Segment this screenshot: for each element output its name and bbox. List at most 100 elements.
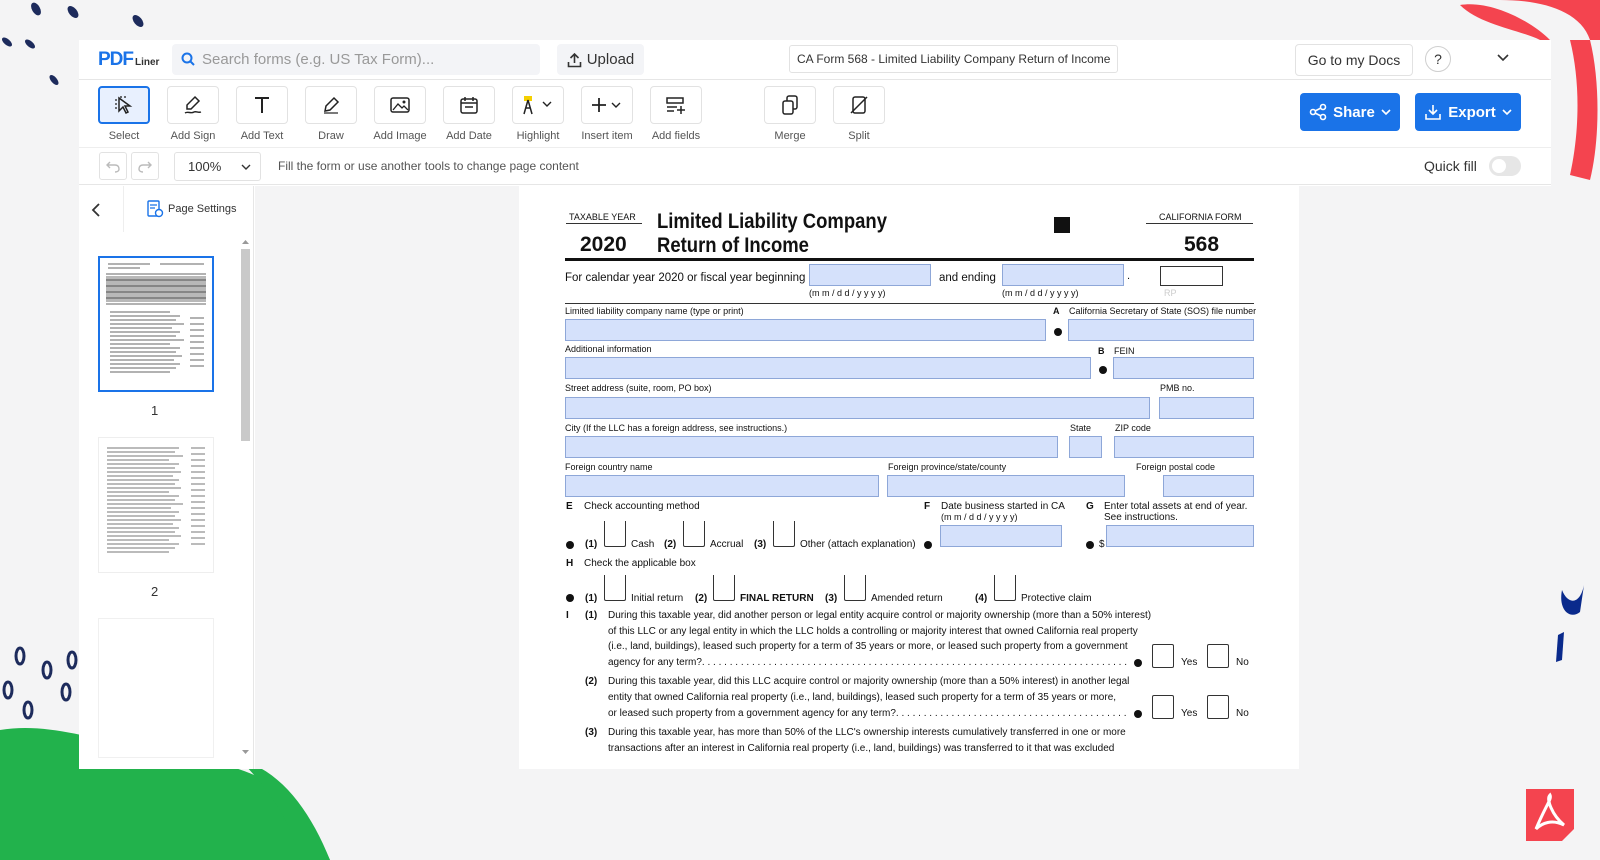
i2-yes-checkbox[interactable] — [1152, 695, 1174, 719]
upload-button[interactable]: Upload — [557, 44, 644, 75]
question-i2-text: or leased such property from a governmen… — [608, 708, 1130, 719]
divider — [566, 223, 642, 224]
date-started-field[interactable] — [940, 525, 1062, 547]
other-method-checkbox[interactable] — [773, 521, 795, 547]
foreign-country-field[interactable] — [565, 475, 879, 497]
search-input[interactable] — [202, 44, 532, 75]
bullet-dot — [1086, 541, 1094, 549]
item-letter-i: I — [566, 610, 569, 621]
final-return-checkbox[interactable] — [713, 575, 735, 601]
final-return-label: FINAL RETURN — [740, 593, 814, 604]
tool-draw[interactable]: Draw — [302, 86, 360, 142]
question-i3-text: transactions after an interest in Califo… — [608, 743, 1115, 754]
period-mark: . — [1127, 270, 1131, 282]
go-to-my-docs-button[interactable]: Go to my Docs — [1295, 44, 1413, 76]
additional-info-field[interactable] — [565, 357, 1091, 379]
zoom-select[interactable]: 100% — [174, 152, 261, 181]
i1-no-checkbox[interactable] — [1207, 644, 1229, 668]
form-title-line1: Limited Liability Company — [657, 210, 888, 233]
tool-label: Draw — [318, 130, 344, 142]
rp-field[interactable] — [1160, 266, 1223, 286]
no-label: No — [1236, 708, 1249, 719]
scroll-down-arrow-icon — [242, 750, 249, 754]
tool-add-image[interactable]: Add Image — [371, 86, 429, 142]
page-thumbnail-2[interactable] — [98, 437, 214, 573]
i1-yes-checkbox[interactable] — [1152, 644, 1174, 668]
scroll-up-arrow-icon — [242, 240, 249, 244]
page-settings-button[interactable]: Page Settings — [123, 186, 254, 232]
taxable-year-label: TAXABLE YEAR — [569, 212, 636, 222]
protective-claim-label: Protective claim — [1021, 593, 1092, 604]
initial-return-label: Initial return — [631, 593, 684, 604]
help-button[interactable]: ? — [1425, 46, 1451, 72]
page-preview — [106, 263, 206, 373]
pdfliner-logo[interactable]: PDF Liner — [98, 49, 159, 71]
divider — [565, 303, 1254, 304]
scrollbar-thumb[interactable] — [241, 249, 250, 441]
foreign-postal-field[interactable] — [1163, 475, 1254, 497]
accrual-label: Accrual — [710, 539, 744, 550]
zip-field[interactable] — [1114, 436, 1254, 458]
accounting-method-label: Check accounting method — [584, 501, 700, 512]
page-preview — [107, 447, 205, 553]
tool-insert-item[interactable]: Insert item — [578, 86, 636, 142]
tool-add-fields[interactable]: Add fields — [647, 86, 705, 142]
option-number: (1) — [585, 593, 598, 604]
fein-field[interactable] — [1113, 357, 1254, 379]
draw-pen-icon — [324, 96, 340, 114]
tool-merge[interactable]: Merge — [761, 86, 819, 142]
sidebar-scrollbar[interactable] — [239, 238, 251, 758]
total-assets-note: See instructions. — [1104, 512, 1178, 523]
tool-split[interactable]: Split — [830, 86, 888, 142]
foreign-province-field[interactable] — [887, 475, 1125, 497]
fiscal-begin-date-field[interactable] — [809, 264, 931, 286]
option-number: (4) — [975, 593, 988, 604]
chevron-left-icon[interactable] — [89, 202, 105, 218]
question-i1-text: agency for any term?. . . . . . . . . . … — [608, 657, 1130, 668]
state-label: State — [1070, 423, 1092, 433]
scan-marker — [1054, 217, 1070, 233]
secondary-toolbar: 100% Fill the form or use another tools … — [79, 147, 1551, 185]
fields-icon — [666, 97, 685, 114]
amended-return-checkbox[interactable] — [844, 575, 866, 601]
tool-add-date[interactable]: Add Date — [440, 86, 498, 142]
initial-return-checkbox[interactable] — [604, 575, 626, 601]
sos-number-field[interactable] — [1068, 319, 1254, 341]
undo-button[interactable] — [99, 152, 127, 180]
search-icon — [181, 52, 195, 66]
tool-add-text[interactable]: Add Text — [233, 86, 291, 142]
rp-label: RP — [1164, 288, 1177, 298]
item-letter-e: E — [566, 501, 573, 512]
llc-name-field[interactable] — [565, 319, 1046, 341]
pdf-editor-window: PDFLiner Upload CA Form 568 - Limited Li… — [79, 40, 1551, 769]
accrual-checkbox[interactable] — [683, 521, 705, 547]
chevron-down-icon[interactable] — [1496, 50, 1510, 64]
street-address-field[interactable] — [565, 397, 1150, 419]
i2-no-checkbox[interactable] — [1207, 695, 1229, 719]
page-thumbnail-1[interactable] — [98, 256, 214, 392]
tool-highlight[interactable]: Highlight — [509, 86, 567, 142]
date-format-hint: (m m / d d / y y y y) — [941, 512, 1018, 522]
page-settings-icon — [147, 200, 164, 218]
state-field[interactable] — [1069, 436, 1102, 458]
document-title: CA Form 568 - Limited Liability Company … — [789, 45, 1119, 73]
redo-button[interactable] — [131, 152, 159, 180]
tool-label: Insert item — [581, 130, 633, 142]
form-number: 568 — [1184, 233, 1220, 256]
chevron-down-icon — [1502, 109, 1512, 116]
share-button[interactable]: Share — [1300, 93, 1400, 131]
and-ending-text: and ending — [939, 272, 996, 284]
cash-checkbox[interactable] — [604, 521, 626, 547]
total-assets-field[interactable] — [1106, 525, 1254, 547]
quick-fill-toggle[interactable] — [1489, 156, 1521, 176]
pmb-field[interactable] — [1159, 397, 1254, 419]
fiscal-end-date-field[interactable] — [1002, 264, 1124, 286]
tool-select[interactable]: Select — [95, 86, 153, 142]
export-button[interactable]: Export — [1415, 93, 1521, 131]
page-thumbnail-3[interactable] — [98, 618, 214, 758]
protective-claim-checkbox[interactable] — [994, 575, 1016, 601]
date-format-hint: (m m / d d / y y y y) — [1002, 288, 1079, 298]
city-field[interactable] — [565, 436, 1058, 458]
quick-fill-label: Quick fill — [1424, 158, 1477, 174]
tool-add-sign[interactable]: Add Sign — [164, 86, 222, 142]
